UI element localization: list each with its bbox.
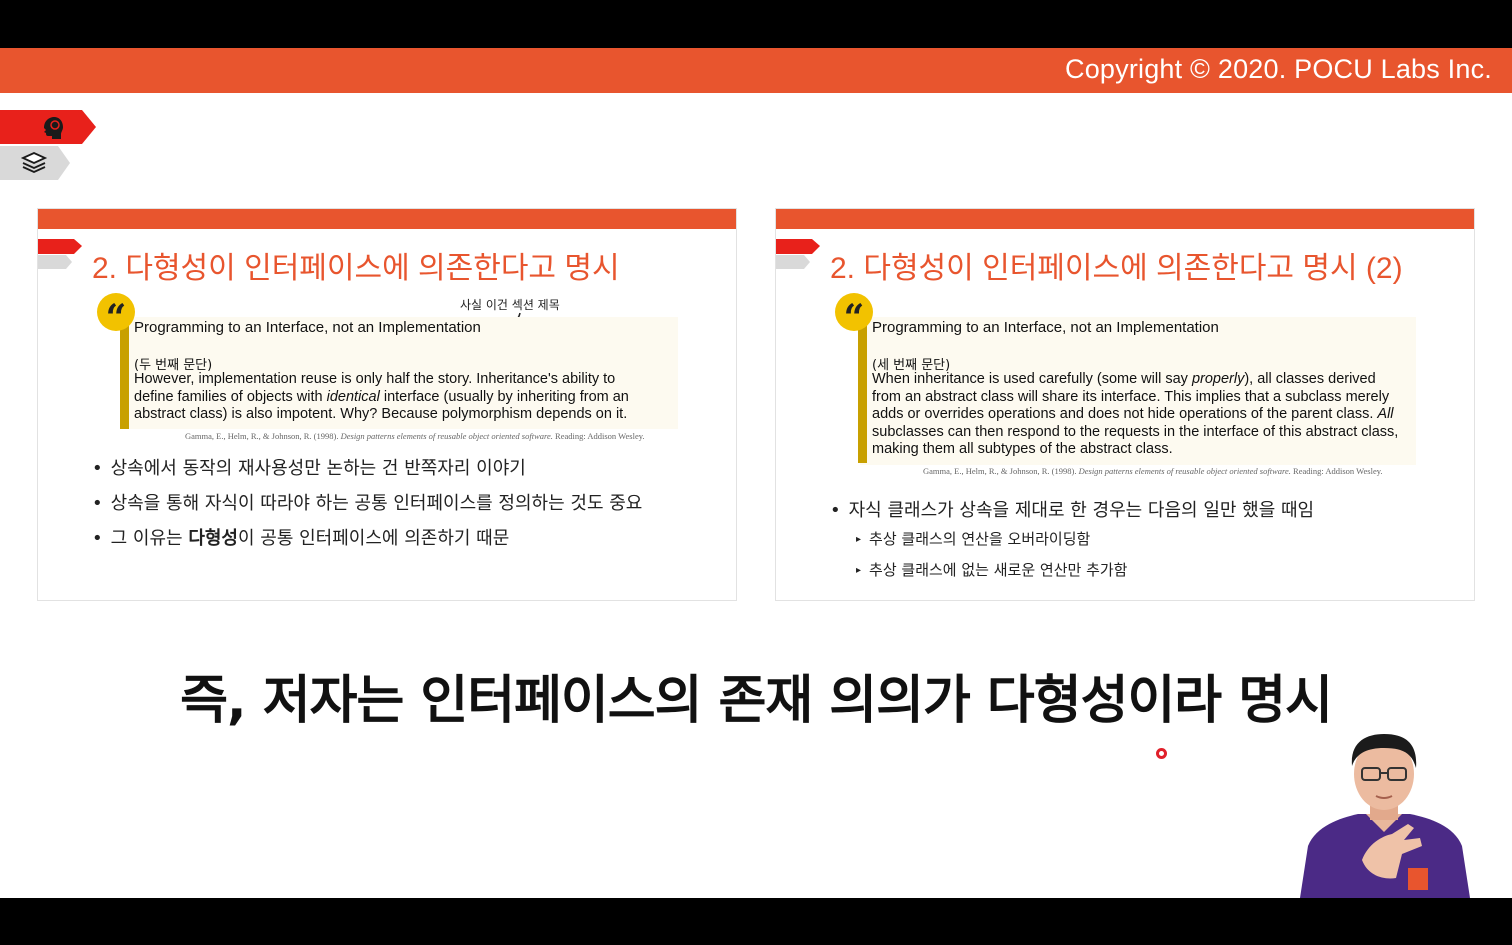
mini-tab-gray	[776, 255, 810, 269]
quote-heading: Programming to an Interface, not an Impl…	[872, 319, 1219, 336]
letterbox-bottom	[0, 898, 1512, 945]
bullet-list: 상속에서 동작의 재사용성만 논하는 건 반쪽자리 이야기 상속을 통해 자식이…	[92, 451, 643, 556]
quote-bar	[858, 321, 867, 463]
nav-tab-brain	[0, 110, 96, 144]
header-bar: Copyright © 2020. POCU Labs Inc.	[0, 48, 1512, 93]
video-subtitle: 즉, 저자는 인터페이스의 존재 의의가 다형성이라 명시	[180, 671, 1333, 731]
quote-body: However, implementation reuse is only ha…	[134, 371, 629, 422]
copyright-text: Copyright © 2020. POCU Labs Inc.	[1065, 54, 1492, 84]
quote-mark-icon: “	[835, 293, 873, 339]
laser-pointer-icon	[1156, 748, 1167, 759]
letterbox-top	[0, 0, 1512, 48]
slide-top-bar	[776, 209, 1474, 229]
bullet-item: 자식 클래스가 상속을 제대로 한 경우는 다음의 일만 했을 때임	[830, 493, 1315, 528]
video-frame: Copyright © 2020. POCU Labs Inc. 2. 다형성이…	[0, 48, 1512, 898]
bullet-list: 자식 클래스가 상속을 제대로 한 경우는 다음의 일만 했을 때임	[830, 493, 1315, 528]
presenter-video-icon	[1300, 734, 1470, 898]
mini-tab-red	[38, 239, 82, 254]
citation: Gamma, E., Helm, R., & Johnson, R. (1998…	[185, 431, 645, 441]
citation: Gamma, E., Helm, R., & Johnson, R. (1998…	[923, 466, 1383, 476]
slide-title: 2. 다형성이 인터페이스에 의존한다고 명시	[92, 252, 620, 285]
sub-bullet-list: 추상 클래스의 연산을 오버라이딩함 추상 클래스에 없는 새로운 연산만 추가…	[856, 525, 1127, 587]
quote-mark-icon: “	[97, 293, 135, 339]
brain-head-icon	[44, 117, 63, 139]
bullet-item: 상속을 통해 자식이 따라야 하는 공통 인터페이스를 정의하는 것도 중요	[92, 486, 643, 521]
slide-thumbnail-left: 2. 다형성이 인터페이스에 의존한다고 명시 사실 이건 섹션 제목 “ Pr…	[37, 208, 737, 601]
mini-tab-red	[776, 239, 820, 254]
bullet-item: 상속에서 동작의 재사용성만 논하는 건 반쪽자리 이야기	[92, 451, 642, 486]
sub-bullet-item: 추상 클래스의 연산을 오버라이딩함	[856, 525, 1127, 556]
book-stack-icon	[20, 152, 48, 173]
slide-thumbnail-right: 2. 다형성이 인터페이스에 의존한다고 명시 (2) “ Programmin…	[775, 208, 1475, 601]
mini-tab-gray	[38, 255, 72, 269]
quote-heading: Programming to an Interface, not an Impl…	[134, 319, 481, 336]
slide-top-bar	[38, 209, 736, 229]
quote-body: When inheritance is used carefully (some…	[872, 371, 1399, 457]
bullet-item: 그 이유는 다형성이 공통 인터페이스에 의존하기 때문	[92, 521, 642, 556]
nav-tab-books	[0, 146, 70, 180]
sub-bullet-item: 추상 클래스에 없는 새로운 연산만 추가함	[856, 556, 1127, 587]
slide-title: 2. 다형성이 인터페이스에 의존한다고 명시 (2)	[830, 252, 1403, 285]
